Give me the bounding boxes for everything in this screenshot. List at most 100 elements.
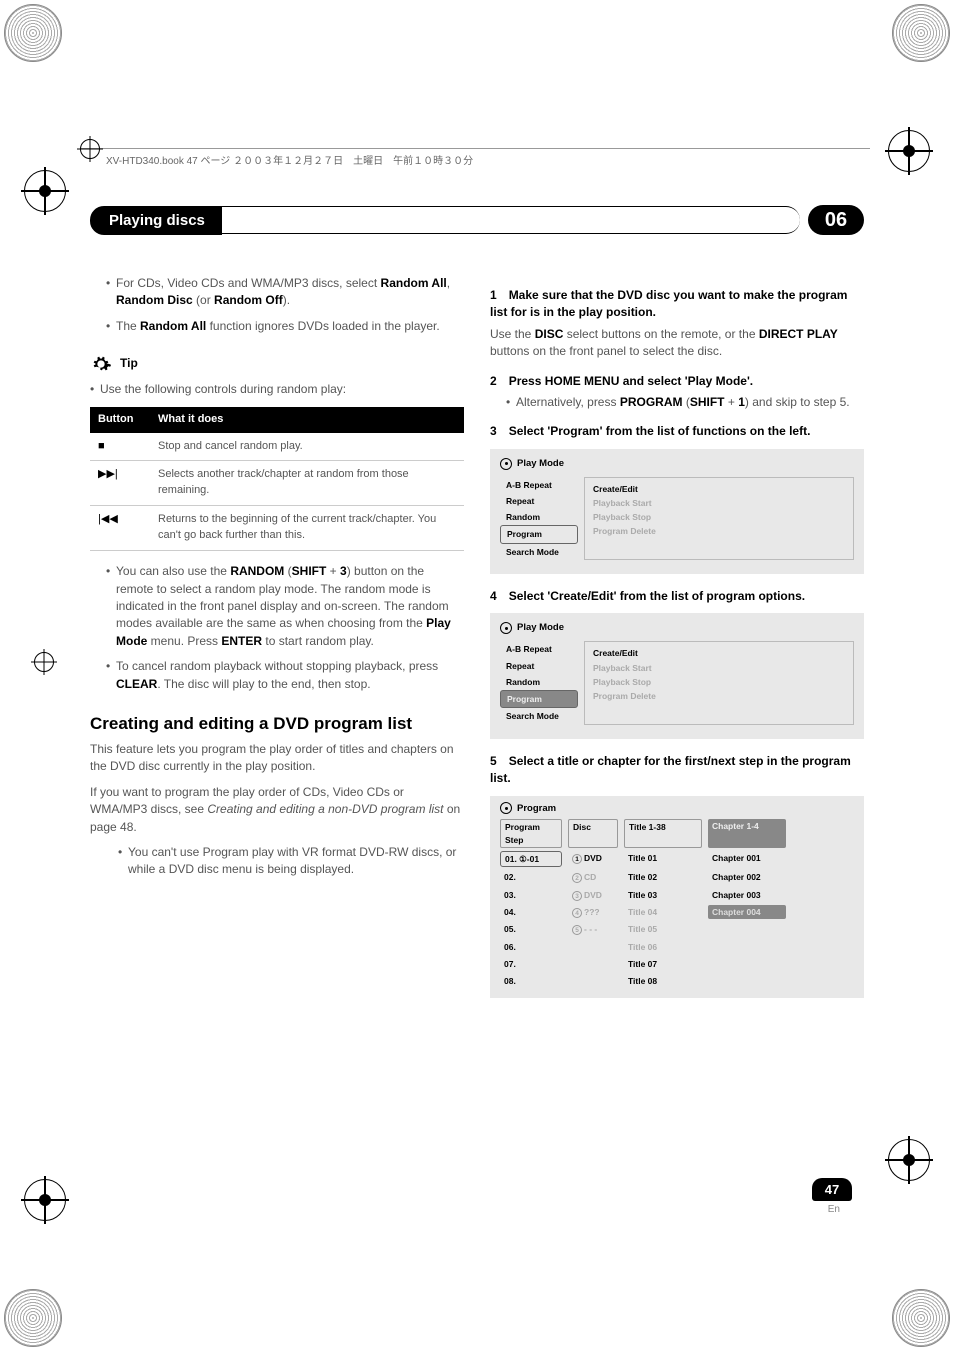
button-glyph: |◀◀ <box>90 506 150 551</box>
print-corner <box>4 1289 62 1347</box>
panel-title: Program <box>517 802 556 816</box>
title-cell: Title 08 <box>624 974 702 988</box>
step-cell: 05. <box>500 922 562 936</box>
menu-right-list: Create/Edit Playback Start Playback Stop… <box>584 477 854 561</box>
col-header: Disc <box>568 819 618 848</box>
step-2-head: 2Press HOME MENU and select 'Play Mode'. <box>490 373 864 390</box>
body-text: If you want to program the play order of… <box>90 784 464 836</box>
bullet-text: The Random All function ignores DVDs loa… <box>116 318 440 335</box>
menu-option: Program Delete <box>593 689 845 703</box>
disc-cell: 3DVD <box>568 888 618 902</box>
menu-item: Repeat <box>500 493 578 509</box>
table-row: ▶▶|Selects another track/chapter at rand… <box>90 461 464 506</box>
disc-cell: 2CD <box>568 870 618 884</box>
list-item: • To cancel random playback without stop… <box>90 658 464 693</box>
registration-mark <box>24 170 66 212</box>
play-mode-panel-1: Play Mode A-B Repeat Repeat Random Progr… <box>490 449 864 574</box>
section-rule <box>222 206 800 234</box>
disc-icon <box>500 458 512 470</box>
bullet-text: You can also use the RANDOM (SHIFT + 3) … <box>116 563 464 650</box>
crop-header-text: XV-HTD340.book 47 ページ ２００３年１２月２７日 土曜日 午前… <box>106 152 473 167</box>
menu-left-list: A-B Repeat Repeat Random Program Search … <box>500 641 578 725</box>
disc-cell: 4??? <box>568 905 618 919</box>
menu-option: Playback Start <box>593 496 845 510</box>
menu-left-list: A-B Repeat Repeat Random Program Search … <box>500 477 578 561</box>
step-cell: 01. ①-01 <box>500 851 562 867</box>
button-desc: Returns to the beginning of the current … <box>150 506 464 551</box>
menu-option: Create/Edit <box>593 482 845 496</box>
page-number: 47 <box>812 1178 852 1201</box>
chapter-cell-active: Chapter 004 <box>708 905 786 919</box>
section-header: Playing discs 06 <box>90 205 864 235</box>
title-cell: Title 03 <box>624 888 702 902</box>
menu-option: Playback Stop <box>593 675 845 689</box>
button-glyph: ■ <box>90 433 150 461</box>
button-desc: Stop and cancel random play. <box>150 433 464 461</box>
page-content: Playing discs 06 • For CDs, Video CDs an… <box>90 205 864 1006</box>
menu-item: Random <box>500 509 578 525</box>
bullet-icon: • <box>106 563 116 650</box>
col-header: Program Step <box>500 819 562 848</box>
list-item: • Use the following controls during rand… <box>90 381 464 398</box>
menu-option: Playback Start <box>593 661 845 675</box>
tip-label: Tip <box>120 355 138 372</box>
bullet-text: Alternatively, press PROGRAM (SHIFT + 1)… <box>516 394 850 411</box>
title-cell: Title 05 <box>624 922 702 936</box>
page-language: En <box>828 1204 840 1215</box>
table-row: ■Stop and cancel random play. <box>90 433 464 461</box>
disc-cell: 1DVD <box>568 851 618 867</box>
registration-mark-small <box>34 652 54 672</box>
play-mode-panel-2: Play Mode A-B Repeat Repeat Random Progr… <box>490 613 864 738</box>
button-desc: Selects another track/chapter at random … <box>150 461 464 506</box>
list-item: • You can also use the RANDOM (SHIFT + 3… <box>90 563 464 650</box>
table-header: What it does <box>150 407 464 433</box>
right-column: 1Make sure that the DVD disc you want to… <box>490 275 864 1006</box>
bullet-icon: • <box>90 381 100 398</box>
menu-item: Search Mode <box>500 708 578 724</box>
step-1-head: 1Make sure that the DVD disc you want to… <box>490 287 864 322</box>
chapter-cell: Chapter 002 <box>708 870 786 884</box>
program-panel: Program Program Step Disc Title 1-38 Cha… <box>490 796 864 999</box>
registration-mark <box>24 1179 66 1221</box>
bullet-icon: • <box>106 658 116 693</box>
table-header: Button <box>90 407 150 433</box>
step-cell: 06. <box>500 940 562 954</box>
disc-icon <box>500 622 512 634</box>
bullet-icon: • <box>118 844 128 879</box>
chapter-cell: Chapter 003 <box>708 888 786 902</box>
title-cell: Title 06 <box>624 940 702 954</box>
panel-title: Play Mode <box>517 621 564 635</box>
bullet-icon: • <box>106 318 116 335</box>
bullet-icon: • <box>106 275 116 310</box>
title-cell: Title 02 <box>624 870 702 884</box>
menu-item: A-B Repeat <box>500 641 578 657</box>
print-corner <box>892 4 950 62</box>
step-cell: 08. <box>500 974 562 988</box>
gear-icon <box>90 353 112 375</box>
section-title: Playing discs <box>90 206 222 235</box>
section-number: 06 <box>808 205 864 235</box>
bullet-text: You can't use Program play with VR forma… <box>128 844 464 879</box>
disc-cell: 5- - - <box>568 922 618 936</box>
button-glyph: ▶▶| <box>90 461 150 506</box>
menu-item: Random <box>500 674 578 690</box>
step-cell: 03. <box>500 888 562 902</box>
print-corner <box>4 4 62 62</box>
title-cell: Title 07 <box>624 957 702 971</box>
registration-mark <box>888 1139 930 1181</box>
print-corner <box>892 1289 950 1347</box>
title-cell: Title 04 <box>624 905 702 919</box>
bullet-text: To cancel random playback without stoppi… <box>116 658 464 693</box>
step-cell: 02. <box>500 870 562 884</box>
menu-item-highlight: Program <box>500 690 578 708</box>
heading-creating-editing: Creating and editing a DVD program list <box>90 713 464 735</box>
step-3-head: 3Select 'Program' from the list of funct… <box>490 423 864 440</box>
step-cell: 07. <box>500 957 562 971</box>
col-header: Title 1-38 <box>624 819 702 848</box>
body-text: Use the DISC select buttons on the remot… <box>490 326 864 361</box>
tip-header: Tip <box>90 353 464 375</box>
list-item: • For CDs, Video CDs and WMA/MP3 discs, … <box>90 275 464 310</box>
registration-mark <box>888 130 930 172</box>
title-cell: Title 01 <box>624 851 702 867</box>
body-text: This feature lets you program the play o… <box>90 741 464 776</box>
